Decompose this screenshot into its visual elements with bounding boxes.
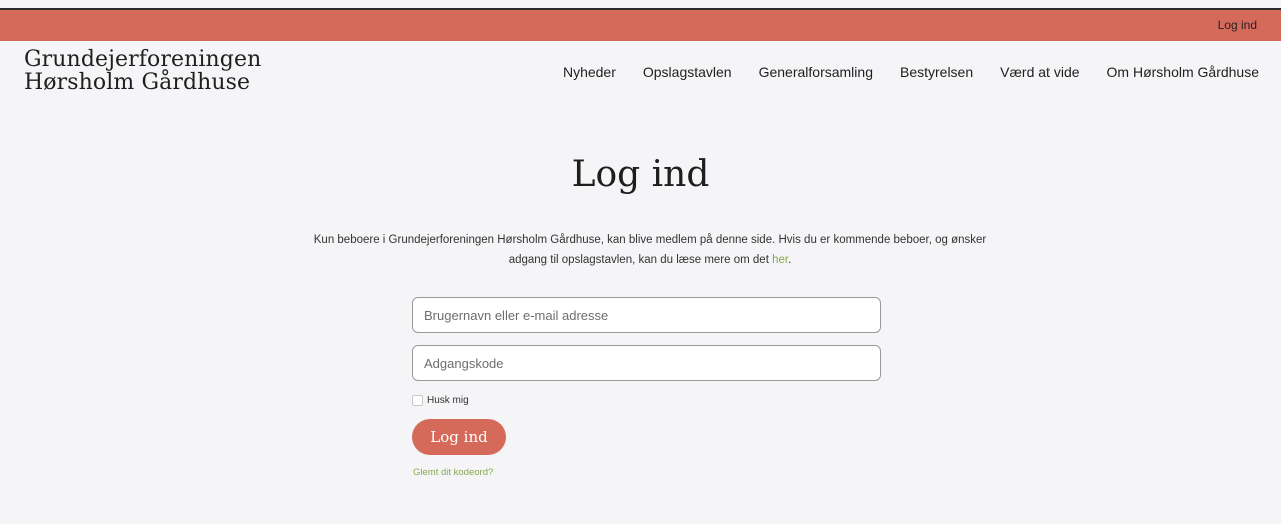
nav-item-generalforsamling[interactable]: Generalforsamling <box>759 64 873 80</box>
remember-me-checkbox[interactable] <box>412 395 423 406</box>
forgot-password-link[interactable]: Glemt dit kodeord? <box>413 467 493 478</box>
main-navigation: Nyheder Opslagstavlen Generalforsamling … <box>536 64 1259 80</box>
intro-end: . <box>788 254 792 266</box>
nav-item-bestyrelsen[interactable]: Bestyrelsen <box>900 64 973 80</box>
password-input[interactable] <box>412 345 881 381</box>
remember-me[interactable]: Husk mig <box>412 395 469 406</box>
username-input[interactable] <box>412 297 881 333</box>
intro-paragraph: Kun beboere i Grundejerforeningen Hørsho… <box>300 230 1000 270</box>
logo-line-2: Hørsholm Gårdhuse <box>24 70 251 95</box>
intro-text: Kun beboere i Grundejerforeningen Hørsho… <box>313 234 987 266</box>
nav-item-vaerd-at-vide[interactable]: Værd at vide <box>1000 64 1079 80</box>
topbar-login-link[interactable]: Log ind <box>1218 18 1257 32</box>
top-bar: Log ind <box>0 10 1281 41</box>
nav-item-opslagstavlen[interactable]: Opslagstavlen <box>643 64 732 80</box>
remember-me-label: Husk mig <box>427 395 469 406</box>
intro-her-link[interactable]: her <box>772 254 788 266</box>
nav-item-nyheder[interactable]: Nyheder <box>563 64 616 80</box>
page-title: Log ind <box>571 154 710 195</box>
site-logo[interactable]: Grundejerforeningen Hørsholm Gårdhuse <box>24 48 261 94</box>
login-button[interactable]: Log ind <box>412 419 506 455</box>
logo-line-1: Grundejerforeningen <box>24 47 262 72</box>
nav-item-om-horsholm-gardhuse[interactable]: Om Hørsholm Gårdhuse <box>1107 64 1259 80</box>
